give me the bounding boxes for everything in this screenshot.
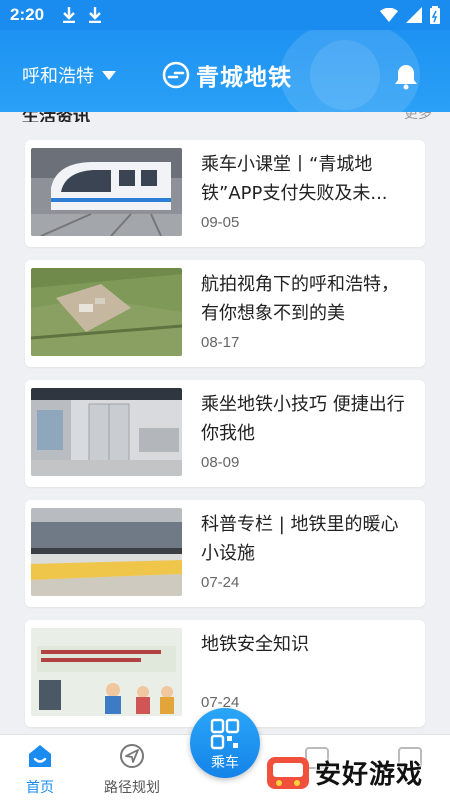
nav-home-label: 首页 (26, 780, 54, 796)
news-card[interactable]: 乘车小课堂丨“青城地铁”APP支付失败及未... 09-05 (25, 140, 425, 247)
news-title: 航拍视角下的呼和浩特，有你想象不到的美 (201, 274, 399, 324)
signal-icon (406, 7, 422, 23)
brand: 青城地铁 (162, 58, 292, 92)
navigation-icon (120, 744, 144, 768)
news-card[interactable]: 乘坐地铁小技巧 便捷出行你我他 08-09 (25, 380, 425, 487)
news-thumbnail (31, 148, 182, 236)
gamepad-logo-icon (267, 757, 309, 789)
ride-button[interactable]: 乘车 (190, 708, 260, 778)
qr-code-icon (210, 718, 240, 750)
watermark-text: 安好游戏 (315, 759, 424, 790)
brand-name: 青城地铁 (196, 65, 292, 91)
news-thumbnail (31, 268, 182, 356)
city-name: 呼和浩特 (22, 66, 94, 87)
download-icon (89, 7, 102, 23)
nav-route-label: 路径规划 (104, 780, 160, 796)
status-bar: 2:20 (0, 0, 450, 30)
status-time: 2:20 (10, 5, 45, 24)
nav-home[interactable]: 首页 (0, 743, 80, 797)
news-title: 乘坐地铁小技巧 便捷出行你我他 (201, 394, 405, 444)
bell-icon[interactable] (392, 62, 420, 90)
nav-route[interactable]: 路径规划 (92, 743, 172, 797)
news-date: 08-09 (201, 454, 240, 471)
news-card[interactable]: 科普专栏 | 地铁里的暖心小设施 07-24 (25, 500, 425, 607)
news-thumbnail (31, 388, 182, 476)
wifi-icon (380, 8, 398, 22)
news-list: 乘车小课堂丨“青城地铁”APP支付失败及未... 09-05 航拍视角下的呼和浩… (25, 140, 425, 740)
city-selector[interactable]: 呼和浩特 (22, 62, 116, 88)
download-icon (63, 7, 76, 23)
caret-down-icon (102, 70, 116, 80)
battery-icon (430, 6, 440, 24)
metro-logo-icon (162, 61, 190, 89)
news-date: 08-17 (201, 334, 240, 351)
news-date: 07-24 (201, 574, 240, 591)
news-date: 09-05 (201, 214, 240, 231)
news-thumbnail (31, 628, 182, 716)
news-thumbnail (31, 508, 182, 596)
watermark: 安好游戏 (265, 747, 445, 797)
news-title: 地铁安全知识 (201, 634, 309, 655)
news-title: 乘车小课堂丨“青城地铁”APP支付失败及未... (201, 154, 388, 204)
ride-label: 乘车 (211, 755, 239, 771)
news-card[interactable]: 航拍视角下的呼和浩特，有你想象不到的美 08-17 (25, 260, 425, 367)
news-title: 科普专栏 | 地铁里的暖心小设施 (201, 514, 399, 564)
home-icon (29, 745, 51, 767)
app-header: 呼和浩特 青城地铁 (0, 30, 450, 112)
